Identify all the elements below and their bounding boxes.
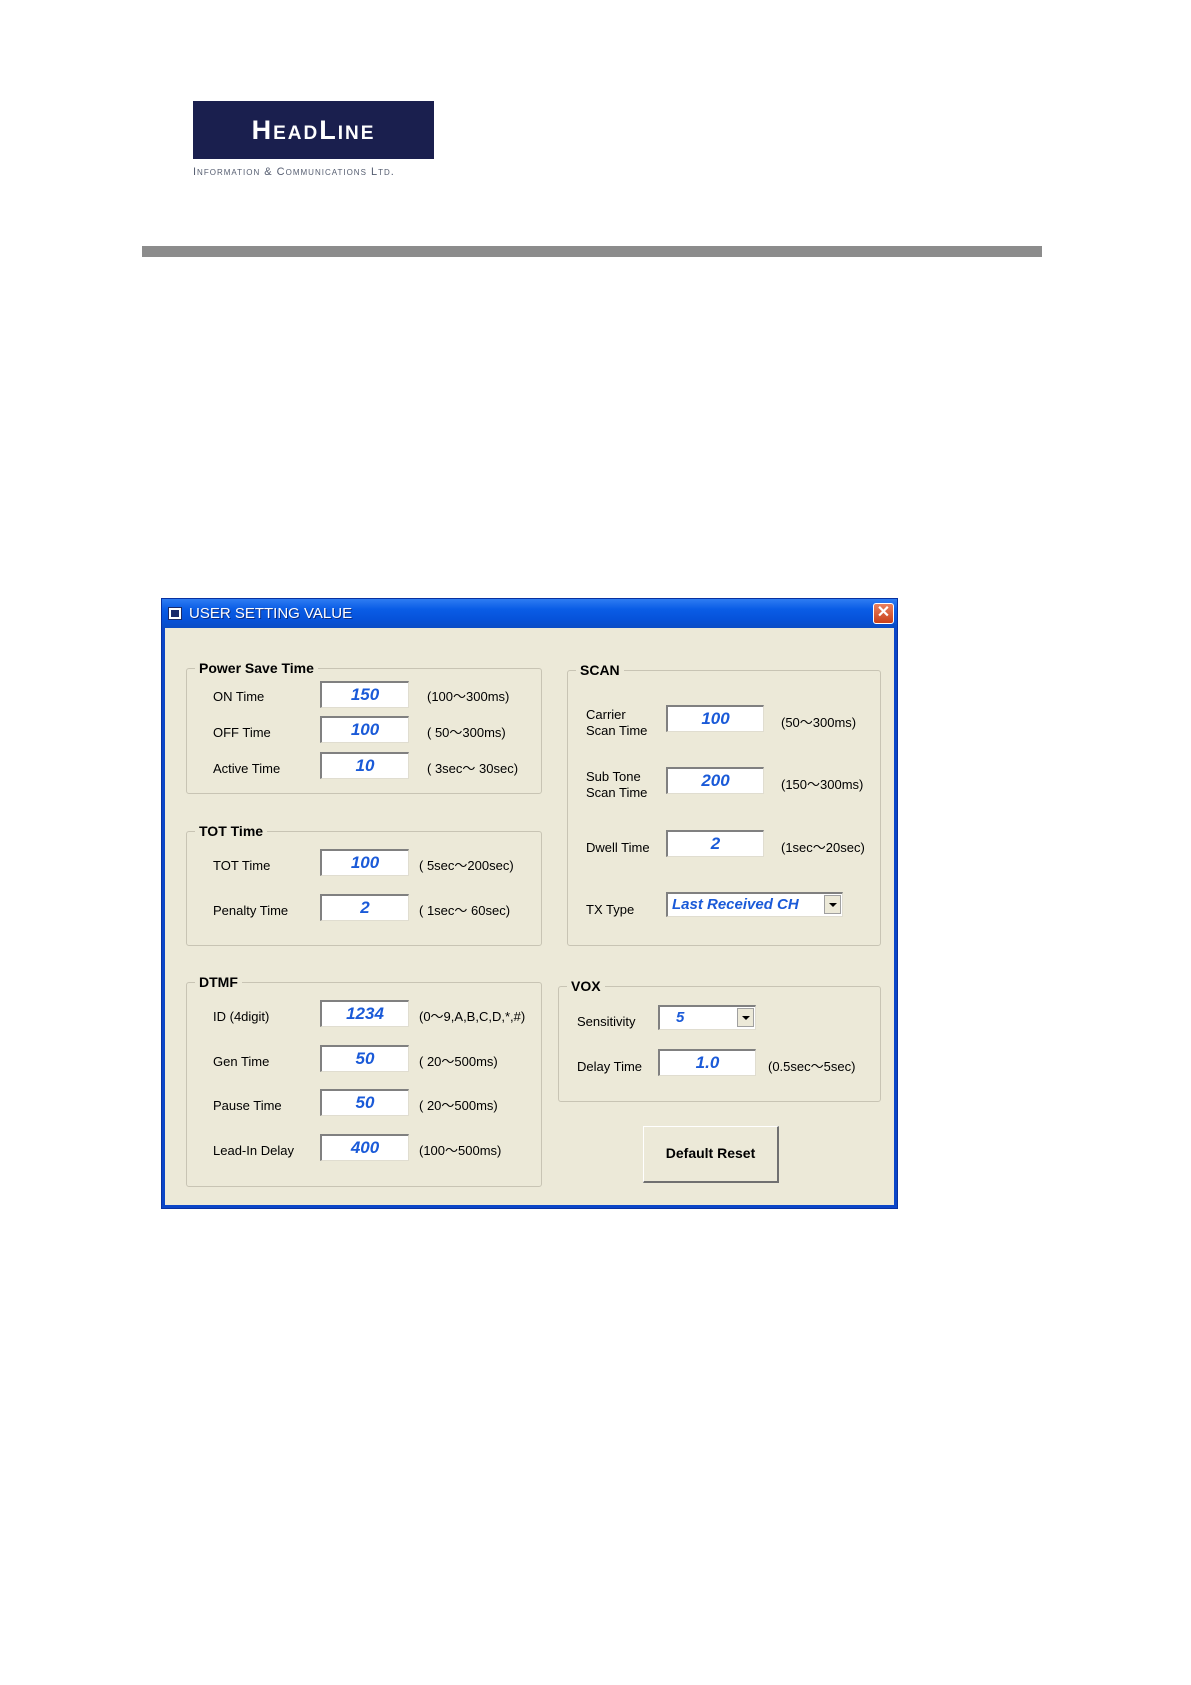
active-time-range: ( 3sec～ 30sec) — [427, 761, 519, 776]
vox-delay-range: (0.5sec～5sec) — [768, 1059, 856, 1074]
tot-time-range: ( 5sec～200sec) — [419, 858, 514, 873]
window-title: USER SETTING VALUE — [189, 605, 353, 622]
lead-in-delay-input[interactable]: 400 — [320, 1134, 409, 1161]
carrier-scan-input[interactable]: 100 — [666, 705, 764, 732]
dtmf-id-label: ID (4digit) — [213, 1009, 270, 1024]
company-logo: HeadLine — [193, 101, 434, 159]
lead-in-delay-range: (100～500ms) — [419, 1143, 502, 1158]
carrier-scan-label-1: Carrier — [586, 707, 626, 722]
dtmf-id-range: (0～9,A,B,C,D,*,#) — [419, 1009, 526, 1024]
power-save-title: Power Save Time — [195, 660, 318, 676]
active-time-label: Active Time — [213, 761, 281, 776]
vox-group: VOX Sensitivity 5 Delay Time 1.0 (0.5sec… — [558, 978, 881, 1102]
dtmf-title: DTMF — [195, 974, 242, 990]
app-icon — [168, 607, 182, 620]
scan-group: SCAN Carrier Scan Time 100 (50～300ms) Su… — [567, 662, 881, 946]
sensitivity-value: 5 — [676, 1009, 685, 1026]
power-save-group: Power Save Time ON Time 150 (100～300ms) … — [186, 660, 542, 794]
default-reset-button[interactable]: Default Reset — [643, 1126, 779, 1183]
subtone-scan-input[interactable]: 200 — [666, 767, 764, 794]
dialog-client-area: Power Save Time ON Time 150 (100～300ms) … — [165, 628, 894, 1205]
dtmf-id-input[interactable]: 1234 — [320, 1000, 409, 1027]
header-divider — [142, 246, 1042, 257]
vox-delay-label: Delay Time — [577, 1059, 643, 1074]
sensitivity-select[interactable]: 5 — [658, 1005, 756, 1030]
pause-time-label: Pause Time — [213, 1098, 282, 1113]
logo-subtitle: Information & Communications Ltd. — [193, 166, 395, 178]
vox-title: VOX — [567, 978, 605, 994]
off-time-label: OFF Time — [213, 725, 271, 740]
penalty-time-range: ( 1sec～ 60sec) — [419, 903, 511, 918]
gen-time-label: Gen Time — [213, 1054, 270, 1069]
dwell-time-input[interactable]: 2 — [666, 830, 764, 857]
on-time-range: (100～300ms) — [427, 689, 510, 704]
penalty-time-label: Penalty Time — [213, 903, 289, 918]
chevron-down-icon[interactable] — [824, 895, 841, 914]
on-time-label: ON Time — [213, 689, 265, 704]
dtmf-group: DTMF ID (4digit) 1234 (0～9,A,B,C,D,*,#) … — [186, 974, 542, 1187]
gen-time-input[interactable]: 50 — [320, 1045, 409, 1072]
off-time-input[interactable]: 100 — [320, 716, 409, 743]
title-bar[interactable]: USER SETTING VALUE ✕ — [162, 599, 897, 628]
tx-type-label: TX Type — [586, 902, 635, 917]
dwell-time-range: (1sec～20sec) — [781, 840, 865, 855]
off-time-range: ( 50～300ms) — [427, 725, 506, 740]
carrier-scan-label-2: Scan Time — [586, 723, 648, 738]
subtone-scan-label-1: Sub Tone — [586, 769, 641, 784]
sensitivity-label: Sensitivity — [577, 1014, 636, 1029]
dwell-time-label: Dwell Time — [586, 840, 650, 855]
scan-title: SCAN — [576, 662, 624, 678]
vox-delay-input[interactable]: 1.0 — [658, 1049, 756, 1076]
user-setting-dialog: USER SETTING VALUE ✕ Power Save Time ON … — [161, 598, 898, 1209]
close-button[interactable]: ✕ — [873, 603, 894, 624]
chevron-down-icon[interactable] — [737, 1008, 754, 1027]
subtone-scan-label-2: Scan Time — [586, 785, 648, 800]
tot-time-label: TOT Time — [213, 858, 271, 873]
tot-time-input[interactable]: 100 — [320, 849, 409, 876]
tot-group: TOT Time TOT Time 100 ( 5sec～200sec) Pen… — [186, 823, 542, 946]
active-time-input[interactable]: 10 — [320, 752, 409, 779]
pause-time-range: ( 20～500ms) — [419, 1098, 498, 1113]
carrier-scan-range: (50～300ms) — [781, 715, 857, 730]
on-time-input[interactable]: 150 — [320, 681, 409, 708]
lead-in-delay-label: Lead-In Delay — [213, 1143, 294, 1158]
tx-type-select[interactable]: Last Received CH — [666, 892, 843, 917]
penalty-time-input[interactable]: 2 — [320, 894, 409, 921]
gen-time-range: ( 20～500ms) — [419, 1054, 498, 1069]
tx-type-value: Last Received CH — [672, 896, 799, 913]
tot-title: TOT Time — [195, 823, 268, 839]
logo-wordmark: HeadLine — [251, 114, 376, 145]
pause-time-input[interactable]: 50 — [320, 1089, 409, 1116]
subtone-scan-range: (150～300ms) — [781, 777, 864, 792]
